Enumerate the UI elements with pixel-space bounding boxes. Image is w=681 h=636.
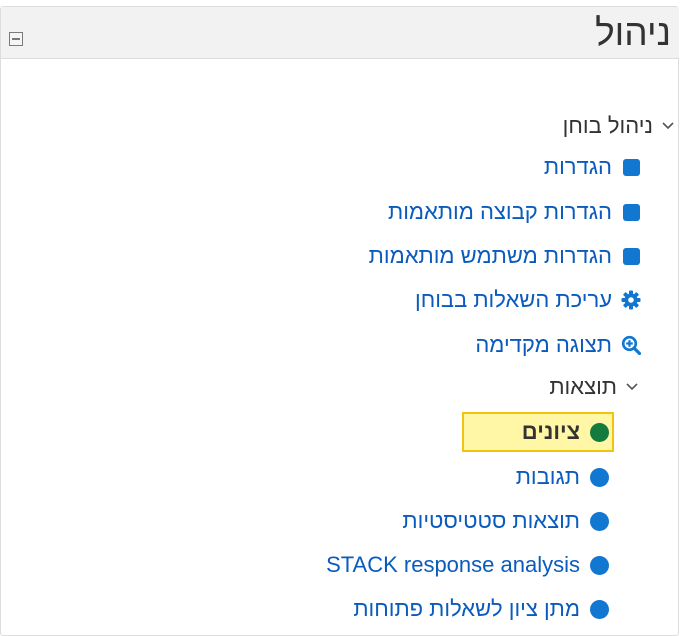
tree-item-user-overrides[interactable]: הגדרות משתמש מותאמות: [369, 242, 641, 270]
tree-node-label: תוצאות: [549, 374, 617, 399]
block-title: ניהול: [595, 12, 671, 53]
tree-item-edit-quiz[interactable]: עריכת השאלות בבוחן: [415, 286, 641, 314]
chevron-down-icon: [659, 117, 677, 135]
chevron-down-icon: [623, 378, 641, 396]
tree-item-settings[interactable]: הגדרות: [544, 153, 641, 181]
circle-icon: [589, 599, 609, 619]
block-border: [0, 6, 679, 636]
tree-item-label[interactable]: הגדרות: [544, 153, 612, 181]
tree-item-group-overrides[interactable]: הגדרות קבוצה מותאמות: [388, 198, 641, 226]
circle-icon: [589, 422, 609, 442]
tree-item-label[interactable]: עריכת השאלות בבוחן: [415, 286, 612, 314]
tree-item-label[interactable]: ציונים: [522, 418, 580, 446]
tree-node-quiz-admin[interactable]: ניהול בוחן: [563, 112, 677, 140]
circle-icon: [589, 467, 609, 487]
tree-node-label: ניהול בוחן: [562, 113, 653, 138]
tree-item-label[interactable]: תוצאות סטטיסטיות: [402, 507, 580, 535]
tree-item-label[interactable]: תגובות: [516, 463, 580, 491]
tree-item-grades[interactable]: ציונים: [522, 418, 609, 446]
gear-icon: [621, 290, 641, 310]
tree-item-manual-grading[interactable]: מתן ציון לשאלות פתוחות: [353, 595, 609, 623]
circle-icon: [589, 511, 609, 531]
tree-item-label[interactable]: הגדרות קבוצה מותאמות: [388, 198, 612, 226]
tree-item-label[interactable]: הגדרות משתמש מותאמות: [369, 242, 612, 270]
tree-item-label[interactable]: STACK response analysis: [326, 551, 580, 579]
square-icon: [621, 202, 641, 222]
tree-item-responses[interactable]: תגובות: [516, 463, 609, 491]
square-icon: [621, 157, 641, 177]
tree-item-label[interactable]: מתן ציון לשאלות פתוחות: [353, 595, 580, 623]
circle-icon: [589, 555, 609, 575]
minus-square-icon[interactable]: [9, 32, 23, 46]
tree-node-results[interactable]: תוצאות: [549, 373, 641, 401]
zoom-in-icon: [621, 335, 641, 355]
tree-item-preview[interactable]: תצוגה מקדימה: [475, 331, 641, 359]
tree-item-stack-analysis[interactable]: STACK response analysis: [326, 551, 609, 579]
block-header: ניהול: [1, 7, 679, 59]
tree-item-label[interactable]: תצוגה מקדימה: [475, 331, 612, 359]
tree-item-statistics[interactable]: תוצאות סטטיסטיות: [402, 507, 609, 535]
administration-block: ניהול ניהול בוחן הגדרות הגדרות קבוצה מות…: [0, 0, 681, 636]
square-icon: [621, 246, 641, 266]
